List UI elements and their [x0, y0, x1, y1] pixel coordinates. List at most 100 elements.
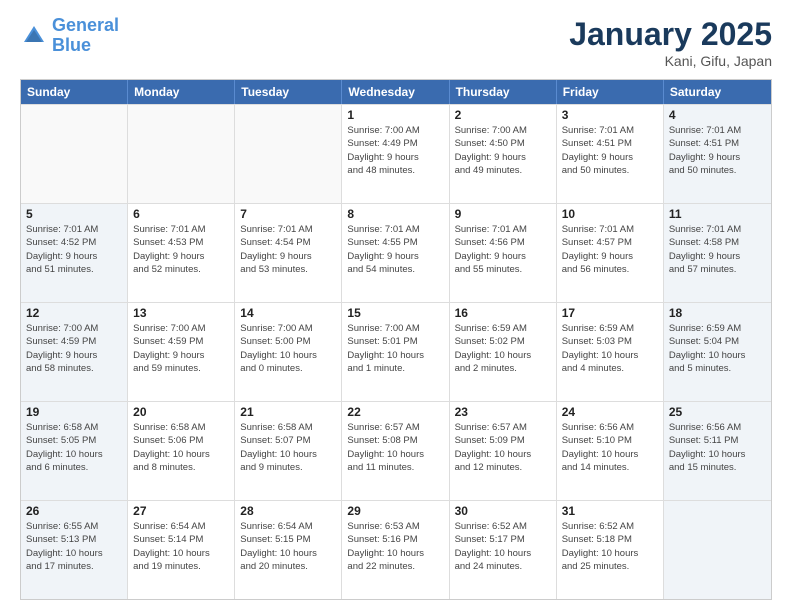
calendar-body: 1 Sunrise: 7:00 AM Sunset: 4:49 PM Daylig…: [21, 104, 771, 599]
day-number: 29: [347, 504, 443, 518]
cal-cell: 24 Sunrise: 6:56 AM Sunset: 5:10 PM Dayli…: [557, 402, 664, 500]
cal-cell: 16 Sunrise: 6:59 AM Sunset: 5:02 PM Dayli…: [450, 303, 557, 401]
header: General Blue January 2025 Kani, Gifu, Ja…: [20, 16, 772, 69]
logo-icon: [20, 22, 48, 50]
cell-info: Sunrise: 6:57 AM Sunset: 5:09 PM Dayligh…: [455, 421, 551, 474]
cal-cell: 5 Sunrise: 7:01 AM Sunset: 4:52 PM Daylig…: [21, 204, 128, 302]
cell-info: Sunrise: 6:58 AM Sunset: 5:07 PM Dayligh…: [240, 421, 336, 474]
cal-cell: 2Sunrise: 7:00 AM Sunset: 4:50 PM Daylig…: [450, 105, 557, 203]
day-number: 11: [669, 207, 766, 221]
cal-cell: 3Sunrise: 7:01 AM Sunset: 4:51 PM Daylig…: [557, 105, 664, 203]
cal-cell: 18 Sunrise: 6:59 AM Sunset: 5:04 PM Dayli…: [664, 303, 771, 401]
page: General Blue January 2025 Kani, Gifu, Ja…: [0, 0, 792, 612]
cal-cell: 23Sunrise: 6:57 AM Sunset: 5:09 PM Dayli…: [450, 402, 557, 500]
day-number: 28: [240, 504, 336, 518]
title-block: January 2025 Kani, Gifu, Japan: [569, 16, 772, 69]
cal-cell: 26Sunrise: 6:55 AM Sunset: 5:13 PM Dayli…: [21, 501, 128, 599]
day-number: 20: [133, 405, 229, 419]
cell-info: Sunrise: 7:01 AM Sunset: 4:57 PM Dayligh…: [562, 223, 658, 276]
cell-info: Sunrise: 7:01 AM Sunset: 4:58 PM Dayligh…: [669, 223, 766, 276]
day-number: 16: [455, 306, 551, 320]
cal-cell: 21 Sunrise: 6:58 AM Sunset: 5:07 PM Dayli…: [235, 402, 342, 500]
day-number: 17: [562, 306, 658, 320]
logo-text: General Blue: [52, 16, 119, 56]
cell-info: Sunrise: 7:00 AM Sunset: 4:50 PM Dayligh…: [455, 124, 551, 177]
day-number: 1: [347, 108, 443, 122]
cell-info: Sunrise: 6:57 AM Sunset: 5:08 PM Dayligh…: [347, 421, 443, 474]
cell-info: Sunrise: 6:56 AM Sunset: 5:11 PM Dayligh…: [669, 421, 766, 474]
cell-info: Sunrise: 7:00 AM Sunset: 4:59 PM Dayligh…: [133, 322, 229, 375]
cal-row: 19 Sunrise: 6:58 AM Sunset: 5:05 PM Dayli…: [21, 401, 771, 500]
day-number: 6: [133, 207, 229, 221]
cal-header-cell: Thursday: [450, 80, 557, 104]
day-number: 10: [562, 207, 658, 221]
cal-cell: [128, 105, 235, 203]
cell-info: Sunrise: 6:59 AM Sunset: 5:04 PM Dayligh…: [669, 322, 766, 375]
cal-cell: 4 Sunrise: 7:01 AM Sunset: 4:51 PM Daylig…: [664, 105, 771, 203]
day-number: 25: [669, 405, 766, 419]
cell-info: Sunrise: 7:01 AM Sunset: 4:52 PM Dayligh…: [26, 223, 122, 276]
cell-info: Sunrise: 6:52 AM Sunset: 5:17 PM Dayligh…: [455, 520, 551, 573]
cell-info: Sunrise: 7:00 AM Sunset: 5:01 PM Dayligh…: [347, 322, 443, 375]
cal-header-cell: Monday: [128, 80, 235, 104]
day-number: 21: [240, 405, 336, 419]
cal-cell: 28 Sunrise: 6:54 AM Sunset: 5:15 PM Dayli…: [235, 501, 342, 599]
cal-cell: 1 Sunrise: 7:00 AM Sunset: 4:49 PM Daylig…: [342, 105, 449, 203]
cal-cell: 30 Sunrise: 6:52 AM Sunset: 5:17 PM Dayli…: [450, 501, 557, 599]
cal-row: 5 Sunrise: 7:01 AM Sunset: 4:52 PM Daylig…: [21, 203, 771, 302]
cal-cell: 22Sunrise: 6:57 AM Sunset: 5:08 PM Dayli…: [342, 402, 449, 500]
cell-info: Sunrise: 7:01 AM Sunset: 4:53 PM Dayligh…: [133, 223, 229, 276]
cal-cell: 7 Sunrise: 7:01 AM Sunset: 4:54 PM Daylig…: [235, 204, 342, 302]
cell-info: Sunrise: 6:52 AM Sunset: 5:18 PM Dayligh…: [562, 520, 658, 573]
cell-info: Sunrise: 7:00 AM Sunset: 4:49 PM Dayligh…: [347, 124, 443, 177]
cell-info: Sunrise: 6:59 AM Sunset: 5:02 PM Dayligh…: [455, 322, 551, 375]
day-number: 24: [562, 405, 658, 419]
cal-cell: 20 Sunrise: 6:58 AM Sunset: 5:06 PM Dayli…: [128, 402, 235, 500]
cell-info: Sunrise: 7:01 AM Sunset: 4:51 PM Dayligh…: [669, 124, 766, 177]
cell-info: Sunrise: 7:01 AM Sunset: 4:54 PM Dayligh…: [240, 223, 336, 276]
day-number: 26: [26, 504, 122, 518]
day-number: 5: [26, 207, 122, 221]
cal-row: 26Sunrise: 6:55 AM Sunset: 5:13 PM Dayli…: [21, 500, 771, 599]
cal-cell: 9Sunrise: 7:01 AM Sunset: 4:56 PM Daylig…: [450, 204, 557, 302]
day-number: 31: [562, 504, 658, 518]
day-number: 12: [26, 306, 122, 320]
day-number: 18: [669, 306, 766, 320]
cal-cell: 31 Sunrise: 6:52 AM Sunset: 5:18 PM Dayli…: [557, 501, 664, 599]
day-number: 30: [455, 504, 551, 518]
cal-row: 12 Sunrise: 7:00 AM Sunset: 4:59 PM Dayli…: [21, 302, 771, 401]
day-number: 4: [669, 108, 766, 122]
cal-cell: 14 Sunrise: 7:00 AM Sunset: 5:00 PM Dayli…: [235, 303, 342, 401]
cell-info: Sunrise: 6:59 AM Sunset: 5:03 PM Dayligh…: [562, 322, 658, 375]
cal-cell: 6 Sunrise: 7:01 AM Sunset: 4:53 PM Daylig…: [128, 204, 235, 302]
day-number: 14: [240, 306, 336, 320]
cal-cell: 10 Sunrise: 7:01 AM Sunset: 4:57 PM Dayli…: [557, 204, 664, 302]
cell-info: Sunrise: 6:56 AM Sunset: 5:10 PM Dayligh…: [562, 421, 658, 474]
cal-header-cell: Friday: [557, 80, 664, 104]
cal-cell: [235, 105, 342, 203]
cell-info: Sunrise: 6:58 AM Sunset: 5:05 PM Dayligh…: [26, 421, 122, 474]
cal-header-cell: Wednesday: [342, 80, 449, 104]
logo: General Blue: [20, 16, 119, 56]
day-number: 27: [133, 504, 229, 518]
cal-cell: [664, 501, 771, 599]
cal-cell: 17 Sunrise: 6:59 AM Sunset: 5:03 PM Dayli…: [557, 303, 664, 401]
cal-header-cell: Sunday: [21, 80, 128, 104]
day-number: 3: [562, 108, 658, 122]
day-number: 7: [240, 207, 336, 221]
cal-cell: 12Sunrise: 7:00 AM Sunset: 4:59 PM Dayli…: [21, 303, 128, 401]
day-number: 19: [26, 405, 122, 419]
calendar-header: SundayMondayTuesdayWednesdayThursdayFrid…: [21, 80, 771, 104]
cell-info: Sunrise: 6:58 AM Sunset: 5:06 PM Dayligh…: [133, 421, 229, 474]
day-number: 9: [455, 207, 551, 221]
day-number: 13: [133, 306, 229, 320]
cell-info: Sunrise: 7:00 AM Sunset: 5:00 PM Dayligh…: [240, 322, 336, 375]
cal-cell: 25 Sunrise: 6:56 AM Sunset: 5:11 PM Dayli…: [664, 402, 771, 500]
cal-cell: [21, 105, 128, 203]
cal-cell: 27 Sunrise: 6:54 AM Sunset: 5:14 PM Dayli…: [128, 501, 235, 599]
cell-info: Sunrise: 6:54 AM Sunset: 5:15 PM Dayligh…: [240, 520, 336, 573]
cal-header-cell: Saturday: [664, 80, 771, 104]
cell-info: Sunrise: 6:54 AM Sunset: 5:14 PM Dayligh…: [133, 520, 229, 573]
cell-info: Sunrise: 7:01 AM Sunset: 4:55 PM Dayligh…: [347, 223, 443, 276]
cal-cell: 19 Sunrise: 6:58 AM Sunset: 5:05 PM Dayli…: [21, 402, 128, 500]
